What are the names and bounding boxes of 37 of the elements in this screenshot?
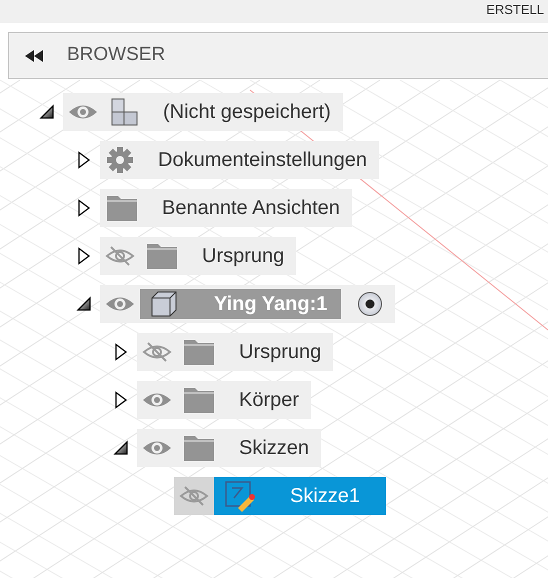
item-label: Dokumenteinstellungen: [158, 148, 368, 173]
tree-item[interactable]: Ursprung: [100, 237, 296, 275]
expand-triangle-icon[interactable]: [76, 247, 90, 265]
item-label: Ursprung: [239, 340, 322, 365]
folder-icon: [183, 338, 215, 366]
item-label: Ursprung: [202, 244, 284, 269]
document-icon: [109, 98, 139, 126]
cube-icon: [150, 290, 178, 318]
collapse-triangle-icon[interactable]: [112, 440, 128, 456]
collapse-triangle-icon[interactable]: [38, 104, 54, 120]
folder-icon: [183, 386, 215, 414]
item-label: Skizze1: [290, 484, 360, 509]
folder-icon: [183, 434, 215, 462]
radio-button[interactable]: [357, 291, 384, 317]
folder-icon: [106, 194, 138, 222]
browser-title: BROWSER: [67, 43, 166, 68]
folder-icon: [146, 242, 178, 270]
expand-triangle-icon[interactable]: [76, 151, 90, 169]
item-label: Körper: [239, 388, 300, 413]
tree-item[interactable]: Ursprung: [137, 333, 334, 371]
toolbar-title[interactable]: ERSTELL: [486, 3, 544, 17]
tree-item[interactable]: (Nicht gespeichert): [63, 93, 343, 131]
tree-item[interactable]: Körper: [137, 381, 312, 419]
item-label: Ying Yang:1: [214, 292, 328, 317]
item-label: Benannte Ansichten: [162, 196, 340, 221]
tree-item[interactable]: Skizzen: [137, 429, 322, 467]
gear-icon: [106, 146, 134, 174]
item-label: Skizzen: [239, 436, 310, 461]
expand-triangle-icon[interactable]: [114, 343, 128, 361]
expand-triangle-icon[interactable]: [76, 199, 90, 217]
tree-item[interactable]: Benannte Ansichten: [100, 189, 352, 227]
tree-item[interactable]: Dokumenteinstellungen: [100, 141, 380, 179]
expand-triangle-icon[interactable]: [114, 391, 128, 409]
sketch-icon: [224, 480, 256, 512]
item-label: (Nicht gespeichert): [163, 100, 331, 125]
collapse-triangle-icon[interactable]: [76, 296, 92, 312]
collapse-icon[interactable]: [25, 50, 45, 62]
